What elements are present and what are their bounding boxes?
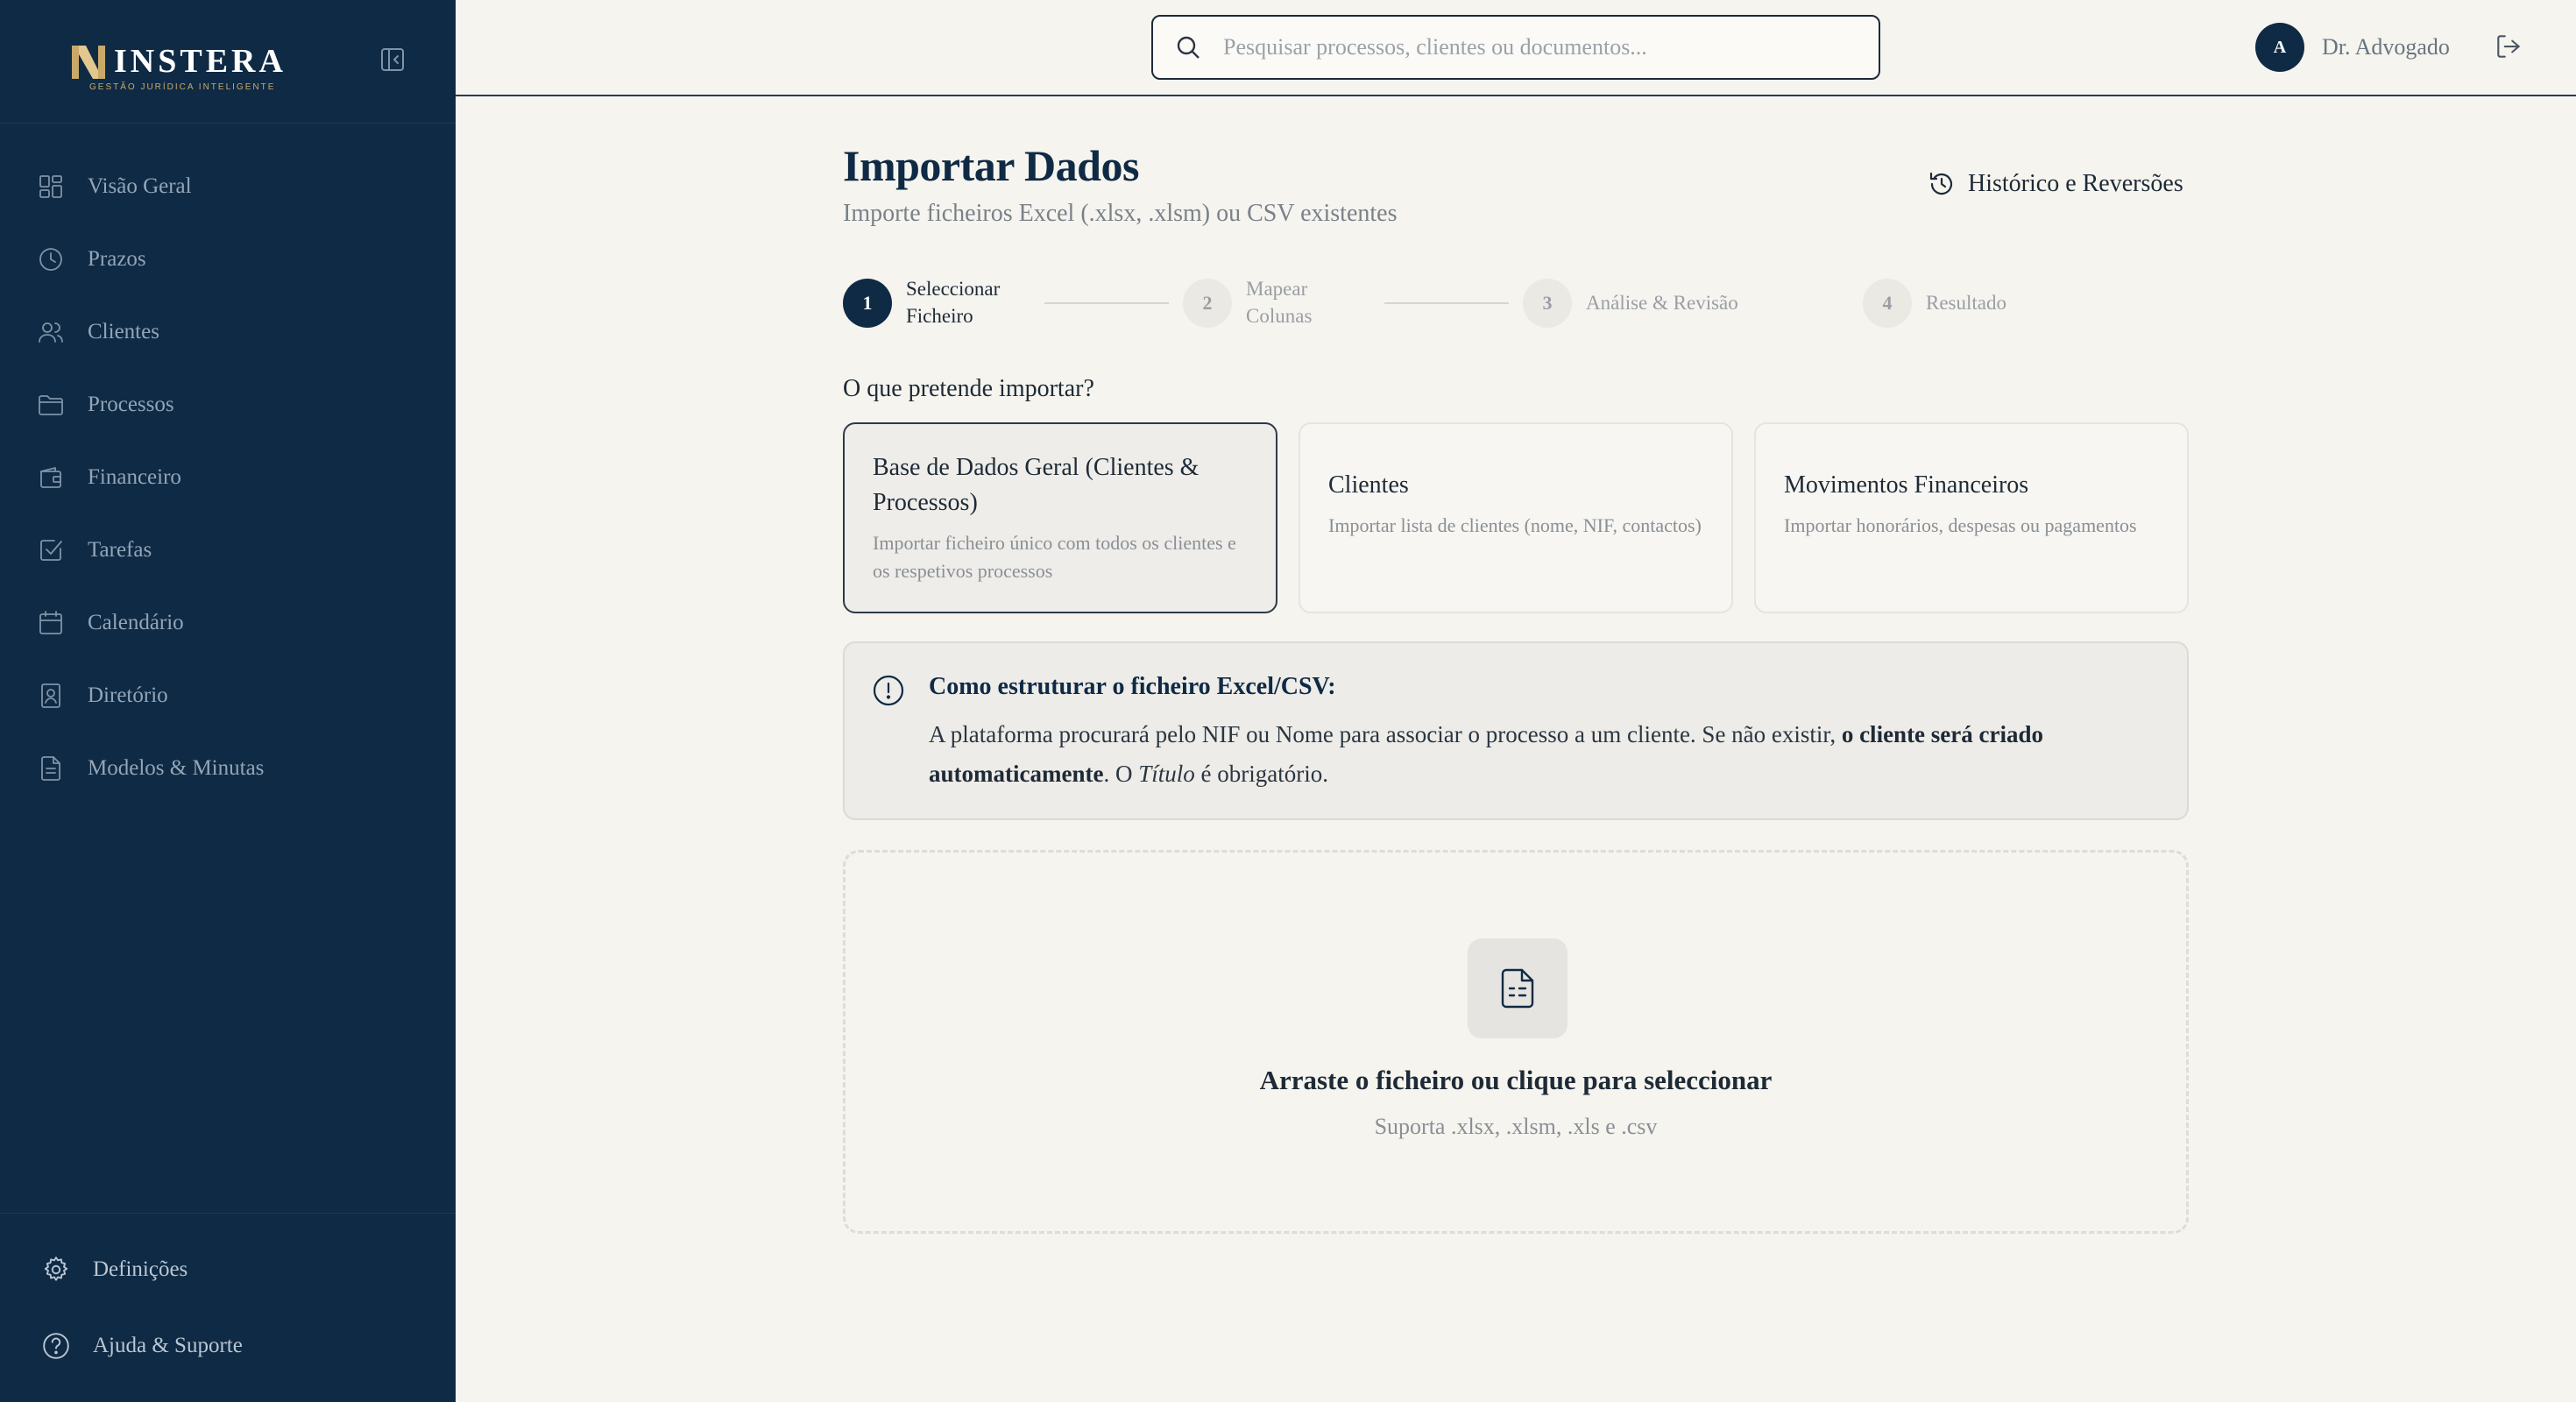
sidebar-item-processos[interactable]: Processos (35, 383, 421, 427)
help-icon (40, 1330, 72, 1362)
brand-tagline: GESTÃO JURÍDICA INTELIGENTE (89, 82, 276, 92)
sidebar-item-label: Diretório (88, 683, 168, 707)
step-4-label: Resultado (1926, 292, 2006, 314)
history-icon (1929, 172, 1953, 195)
sidebar-item-clientes[interactable]: Clientes (35, 310, 421, 354)
card-description: Importar lista de clientes (nome, NIF, c… (1328, 514, 1702, 536)
page-subtitle: Importe ficheiros Excel (.xlsx, .xlsm) o… (843, 200, 1398, 227)
step-2-label-line2: Colunas (1246, 305, 1313, 327)
card-title: Clientes (1328, 471, 1409, 499)
contact-icon (35, 680, 67, 712)
file-structure-info-box: Como estruturar o ficheiro Excel/CSV: A … (843, 641, 2189, 820)
step-2-number: 2 (1183, 279, 1232, 328)
history-label: Histórico e Reversões (1968, 170, 2183, 197)
page-title: Importar Dados (843, 141, 1139, 190)
wallet-icon (35, 462, 67, 493)
search-box[interactable] (1151, 15, 1880, 80)
alert-circle-icon (871, 673, 906, 708)
import-option-financial-movements[interactable]: Movimentos Financeiros Importar honorári… (1754, 422, 2189, 613)
step-3-label: Análise & Revisão (1586, 292, 1738, 314)
sidebar-item-calendario[interactable]: Calendário (35, 601, 421, 645)
sidebar-item-label: Processos (88, 393, 174, 416)
info-text: . O (1103, 761, 1139, 787)
logout-button[interactable] (2494, 32, 2525, 63)
sidebar-item-tarefas[interactable]: Tarefas (35, 528, 421, 572)
sidebar-item-label: Visão Geral (88, 174, 192, 198)
sidebar-item-definicoes[interactable]: Definições (40, 1248, 426, 1292)
document-icon (35, 753, 67, 784)
step-3-number: 3 (1523, 279, 1572, 328)
card-title: Movimentos Financeiros (1784, 471, 2029, 499)
sidebar: INSTERA GESTÃO JURÍDICA INTELIGENTE Visã… (0, 0, 456, 1402)
info-text-italic: Título (1138, 761, 1195, 787)
folder-icon (35, 389, 67, 421)
card-title: Base de Dados Geral (Clientes & Processo… (873, 454, 1200, 516)
sidebar-item-label: Ajuda & Suporte (93, 1334, 243, 1357)
grid-icon (35, 171, 67, 202)
file-dropzone[interactable]: Arraste o ficheiro ou clique para selecc… (843, 850, 2189, 1234)
sidebar-item-visao-geral[interactable]: Visão Geral (35, 165, 421, 209)
calendar-icon (35, 607, 67, 639)
logo-mark-icon (72, 46, 105, 79)
card-description: Importar honorários, despesas ou pagamen… (1784, 514, 2137, 536)
sidebar-divider-bottom (0, 1213, 456, 1214)
history-button[interactable]: Histórico e Reversões (1928, 166, 2183, 202)
search-input[interactable] (1223, 34, 1854, 60)
dropzone-subtitle: Suporta .xlsx, .xlsm, .xls e .csv (1374, 1114, 1658, 1139)
sidebar-item-label: Prazos (88, 247, 146, 271)
sidebar-item-label: Clientes (88, 320, 159, 343)
info-title: Como estruturar o ficheiro Excel/CSV: (929, 673, 1336, 700)
top-bar: A Dr. Advogado (456, 0, 2576, 96)
brand-name: INSTERA (114, 43, 287, 80)
step-1-number: 1 (843, 279, 892, 328)
sidebar-item-ajuda[interactable]: Ajuda & Suporte (40, 1324, 426, 1368)
import-type-question: O que pretende importar? (843, 375, 1094, 402)
sidebar-collapse-icon (381, 48, 404, 71)
import-option-general-database[interactable]: Base de Dados Geral (Clientes & Processo… (843, 422, 1277, 613)
step-connector (1384, 302, 1509, 304)
step-4-number: 4 (1863, 279, 1912, 328)
step-2-label-line1: Mapear (1246, 278, 1308, 300)
sidebar-item-financeiro[interactable]: Financeiro (35, 456, 421, 499)
step-2-label: Mapear Colunas (1246, 275, 1312, 329)
step-connector (1044, 302, 1169, 304)
brand-logo[interactable]: INSTERA GESTÃO JURÍDICA INTELIGENTE (70, 40, 283, 96)
avatar[interactable]: A (2255, 23, 2304, 72)
step-1-label-line1: Seleccionar (906, 278, 1001, 300)
checkbox-icon (35, 535, 67, 566)
collapse-sidebar-button[interactable] (379, 46, 407, 74)
sidebar-item-label: Definições (93, 1257, 188, 1281)
sidebar-item-prazos[interactable]: Prazos (35, 237, 421, 281)
sidebar-item-label: Financeiro (88, 465, 181, 489)
gear-icon (40, 1254, 72, 1285)
sidebar-item-label: Tarefas (88, 538, 152, 562)
info-text: é obrigatório. (1194, 761, 1328, 787)
dropzone-title: Arraste o ficheiro ou clique para selecc… (1259, 1065, 1773, 1095)
search-icon (1177, 36, 1200, 59)
logout-icon (2497, 35, 2520, 58)
info-body: A plataforma procurará pelo NIF ou Nome … (929, 715, 2155, 794)
clock-icon (35, 244, 67, 275)
sidebar-divider-top (0, 123, 456, 124)
sidebar-item-diretorio[interactable]: Diretório (35, 674, 421, 718)
step-1-label: Seleccionar Ficheiro (906, 275, 1000, 329)
sidebar-item-label: Modelos & Minutas (88, 756, 265, 780)
step-1-label-line2: Ficheiro (906, 305, 973, 327)
users-icon (35, 316, 67, 348)
spreadsheet-file-icon (1468, 938, 1568, 1038)
user-name[interactable]: Dr. Advogado (2322, 30, 2450, 65)
import-option-clients[interactable]: Clientes Importar lista de clientes (nom… (1299, 422, 1733, 613)
sidebar-item-label: Calendário (88, 611, 184, 634)
info-text: A plataforma procurará pelo NIF ou Nome … (929, 721, 1842, 747)
sidebar-item-modelos[interactable]: Modelos & Minutas (35, 747, 421, 790)
card-description: Importar ficheiro único com todos os cli… (873, 532, 1236, 582)
